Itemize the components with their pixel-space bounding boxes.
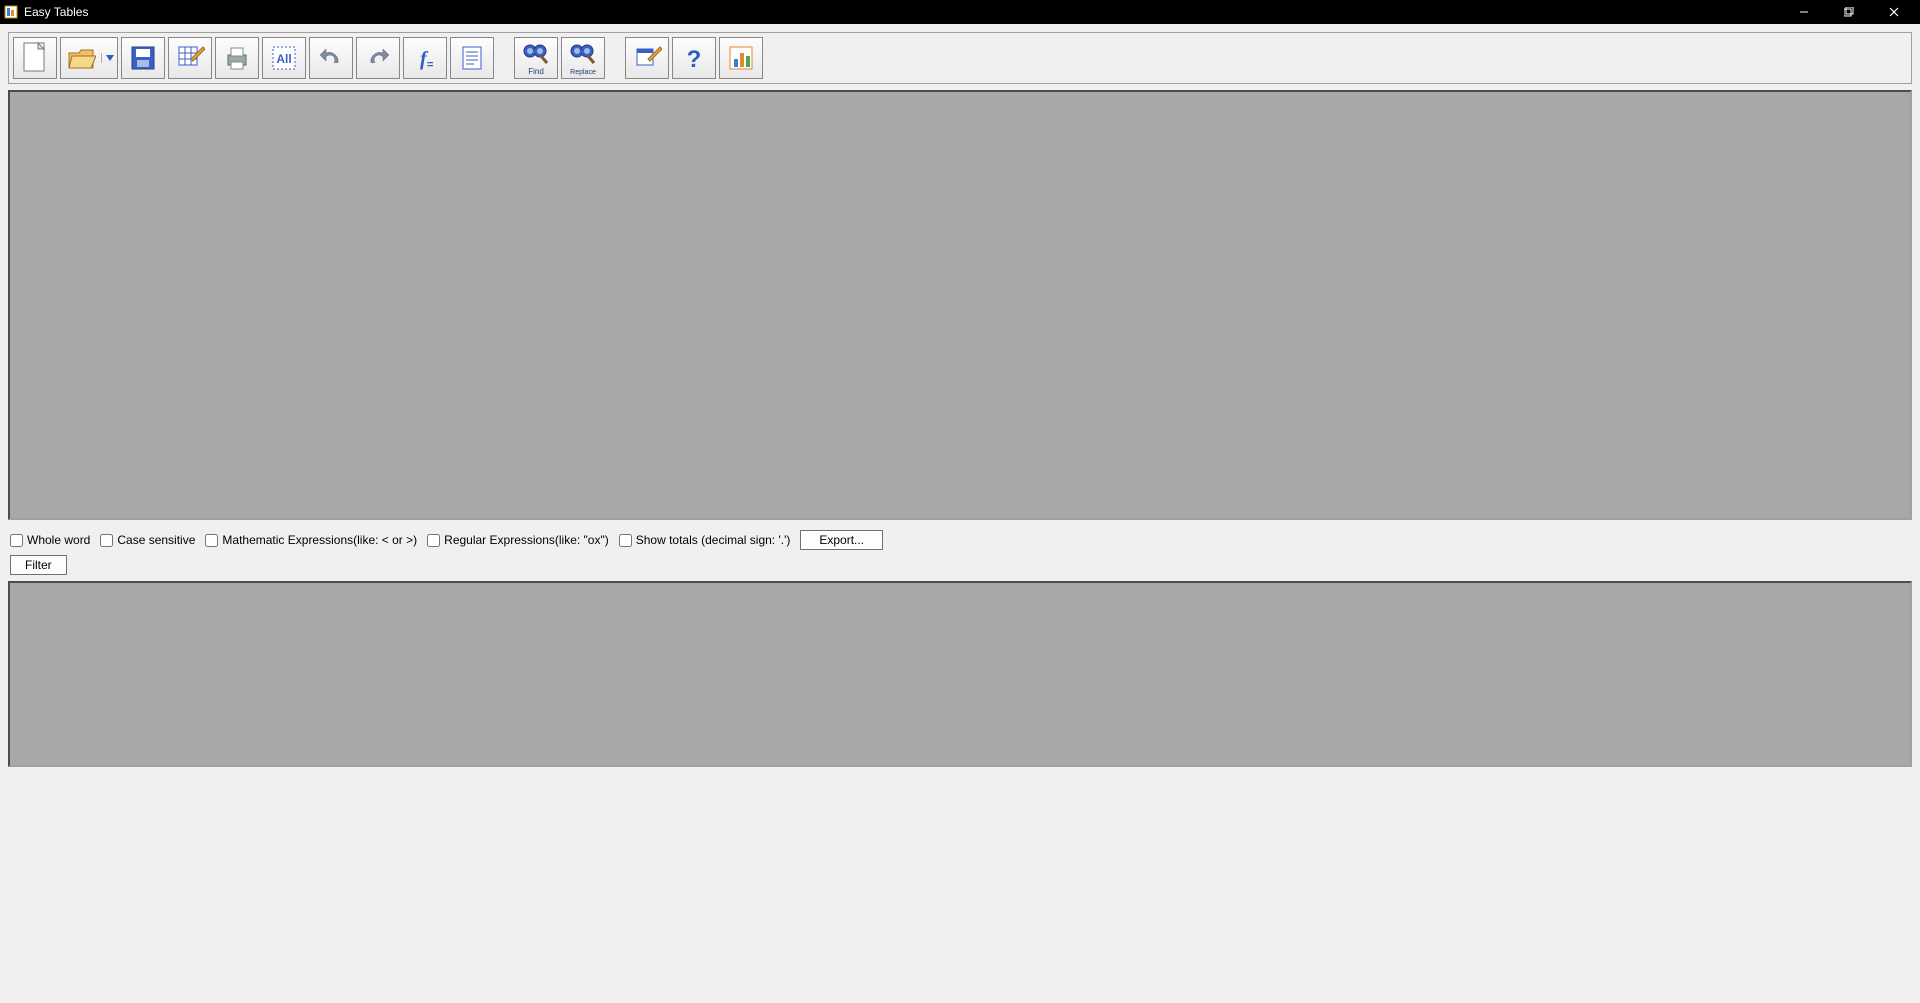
titlebar: Easy Tables bbox=[0, 0, 1920, 24]
open-button[interactable] bbox=[60, 37, 118, 79]
case-sensitive-checkbox[interactable]: Case sensitive bbox=[100, 533, 195, 547]
redo-button[interactable] bbox=[356, 37, 400, 79]
export-button[interactable]: Export... bbox=[800, 530, 883, 550]
case-sensitive-label: Case sensitive bbox=[117, 533, 195, 547]
new-button[interactable] bbox=[13, 37, 57, 79]
window-title: Easy Tables bbox=[24, 5, 88, 19]
edit-table-button[interactable] bbox=[168, 37, 212, 79]
script-button[interactable] bbox=[450, 37, 494, 79]
regex-label: Regular Expressions(like: "ox") bbox=[444, 533, 609, 547]
open-dropdown[interactable] bbox=[101, 53, 117, 63]
whole-word-checkbox[interactable]: Whole word bbox=[10, 533, 90, 547]
math-expressions-label: Mathematic Expressions(like: < or >) bbox=[222, 533, 417, 547]
minimize-button[interactable] bbox=[1781, 0, 1826, 24]
close-button[interactable] bbox=[1871, 0, 1916, 24]
main-data-grid[interactable] bbox=[8, 90, 1912, 520]
filter-options-bar: Whole word Case sensitive Mathematic Exp… bbox=[8, 526, 1912, 552]
maximize-button[interactable] bbox=[1826, 0, 1871, 24]
help-button[interactable]: ? bbox=[672, 37, 716, 79]
regex-checkbox[interactable]: Regular Expressions(like: "ox") bbox=[427, 533, 609, 547]
formula-button[interactable]: f = bbox=[403, 37, 447, 79]
svg-text:?: ? bbox=[687, 46, 702, 73]
results-data-grid[interactable] bbox=[8, 581, 1912, 767]
print-button[interactable] bbox=[215, 37, 259, 79]
status-bar bbox=[8, 771, 1912, 785]
app-icon bbox=[4, 5, 18, 19]
show-totals-checkbox[interactable]: Show totals (decimal sign: '.') bbox=[619, 533, 791, 547]
show-totals-label: Show totals (decimal sign: '.') bbox=[636, 533, 791, 547]
math-expressions-checkbox[interactable]: Mathematic Expressions(like: < or >) bbox=[205, 533, 417, 547]
svg-text:All: All bbox=[276, 52, 291, 66]
filter-button[interactable]: Filter bbox=[10, 555, 67, 575]
find-button[interactable]: Find bbox=[514, 37, 558, 79]
options-button[interactable] bbox=[625, 37, 669, 79]
svg-text:Find: Find bbox=[528, 67, 544, 76]
svg-text:Replace: Replace bbox=[570, 69, 596, 76]
chart-button[interactable] bbox=[719, 37, 763, 79]
replace-button[interactable]: Replace bbox=[561, 37, 605, 79]
toolbar: All f = bbox=[8, 32, 1912, 84]
save-button[interactable] bbox=[121, 37, 165, 79]
whole-word-label: Whole word bbox=[27, 533, 90, 547]
select-all-button[interactable]: All bbox=[262, 37, 306, 79]
undo-button[interactable] bbox=[309, 37, 353, 79]
svg-text:=: = bbox=[427, 59, 433, 71]
